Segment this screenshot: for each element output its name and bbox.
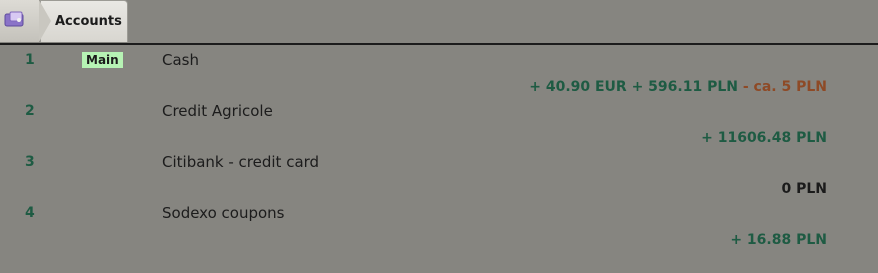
toolbar: Accounts <box>0 0 878 45</box>
main-account-badge: Main <box>82 52 123 68</box>
wallet-icon <box>4 11 24 27</box>
account-balance: + 16.88 PLN <box>730 232 827 248</box>
account-name: Credit Agricole <box>162 102 273 120</box>
tab-bar: Accounts <box>0 0 128 43</box>
account-name: Cash <box>162 51 199 69</box>
account-index: 2 <box>25 103 35 119</box>
tab-accounts[interactable]: Accounts <box>40 0 128 42</box>
account-index: 1 <box>25 52 35 68</box>
account-index: 3 <box>25 154 35 170</box>
account-name: Sodexo coupons <box>162 204 285 222</box>
account-index: 4 <box>25 205 35 221</box>
home-tab[interactable] <box>0 0 51 42</box>
account-balance: + 11606.48 PLN <box>701 130 827 146</box>
account-balance: + 40.90 EUR + 596.11 PLN - ca. 5 PLN <box>529 79 827 95</box>
account-name: Citibank - credit card <box>162 153 320 171</box>
balance-positive: + 40.90 EUR + 596.11 PLN <box>529 79 738 95</box>
account-balance: 0 PLN <box>781 181 827 197</box>
balance-estimated-debt: - ca. 5 PLN <box>737 79 827 95</box>
